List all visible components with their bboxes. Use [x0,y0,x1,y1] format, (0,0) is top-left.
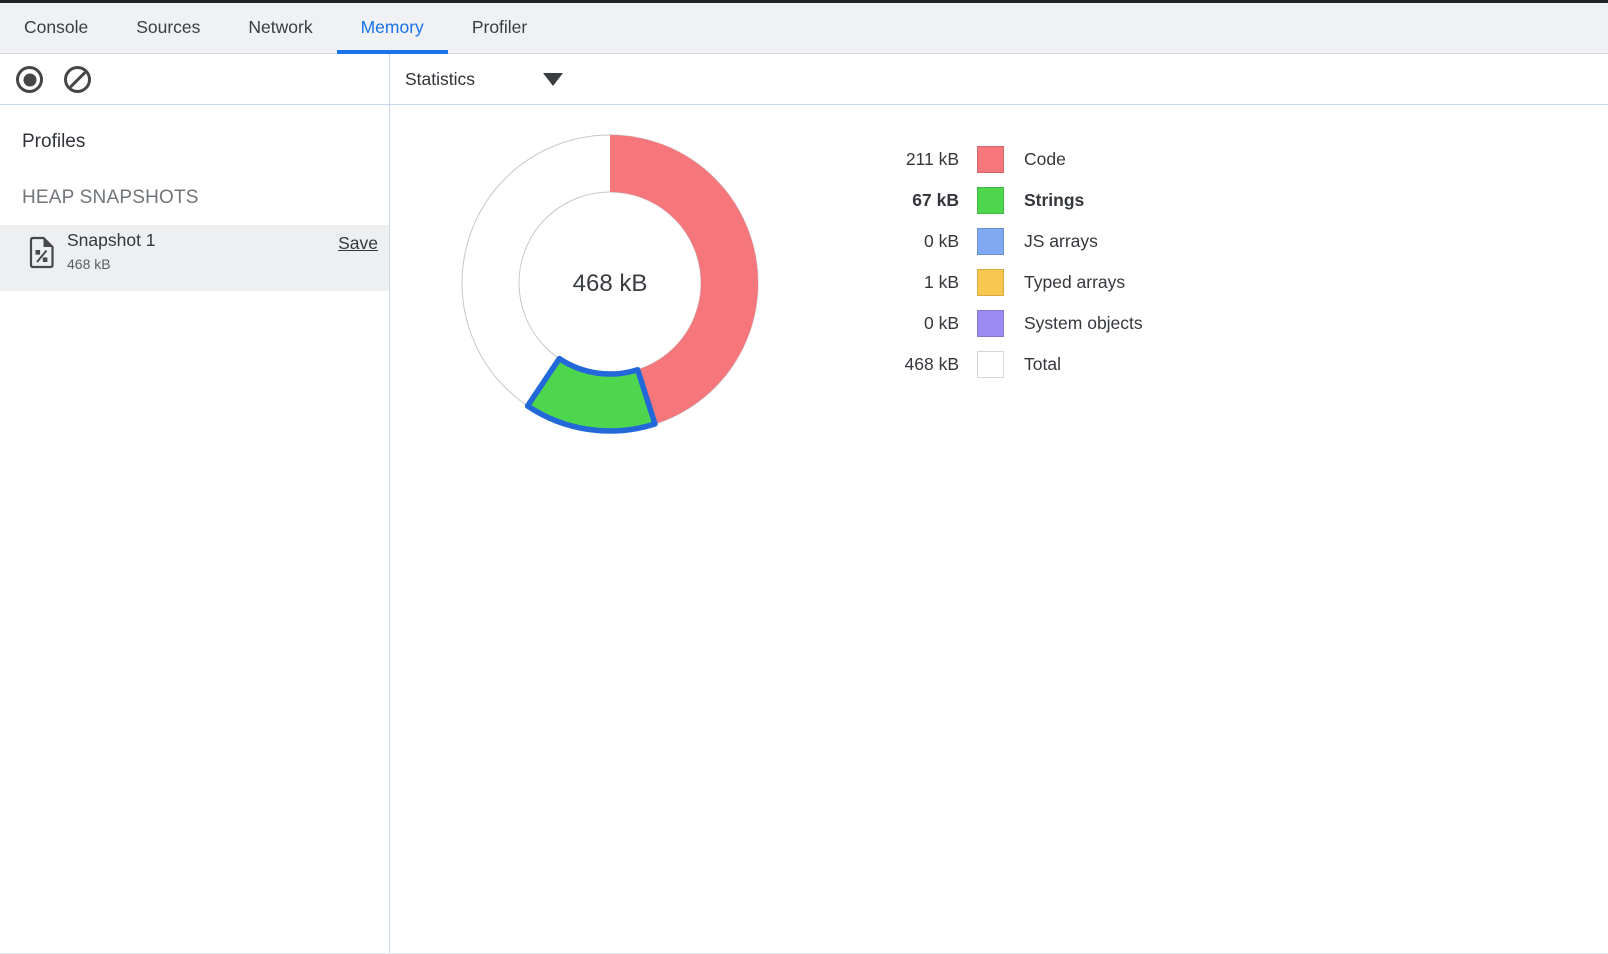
legend-row-js-arrays: 0 kB JS arrays [814,221,1143,262]
legend-label: Code [1024,149,1066,170]
legend-value: 1 kB [814,272,959,293]
legend-swatch-icon [977,310,1004,337]
statistics-view: 468 kB 211 kB Code 67 kB Strings 0 kB JS arra… [390,105,1608,954]
donut-slice-strings[interactable] [528,359,655,431]
clear-icon [66,68,89,91]
legend-row-typed-arrays: 1 kB Typed arrays [814,262,1143,303]
heap-snapshots-section-title: HEAP SNAPSHOTS [22,187,199,209]
legend-label: Total [1024,354,1061,375]
snapshot-list-item[interactable]: Snapshot 1 468 kB Save [0,225,389,291]
legend-value: 67 kB [814,190,959,211]
chart-legend: 211 kB Code 67 kB Strings 0 kB JS arrays 1 kB T… [814,139,1143,385]
tab-network[interactable]: Network [224,3,336,54]
snapshot-name: Snapshot 1 [67,230,156,251]
legend-label: Typed arrays [1024,272,1125,293]
legend-label: Strings [1024,190,1084,211]
heap-snapshot-file-icon [28,236,55,269]
legend-value: 468 kB [814,354,959,375]
donut-chart: 468 kB [450,123,770,443]
legend-swatch-icon [977,228,1004,255]
tab-sources[interactable]: Sources [112,3,224,54]
legend-swatch-icon [977,146,1004,173]
perspective-dropdown-label: Statistics [405,69,475,90]
legend-value: 0 kB [814,313,959,334]
legend-swatch-icon [977,351,1004,378]
tab-strip: ConsoleSourcesNetworkMemoryProfiler [0,3,551,54]
panel-tab-bar: ConsoleSourcesNetworkMemoryProfiler [0,0,1608,54]
tab-console[interactable]: Console [0,3,112,54]
perspective-dropdown[interactable]: Statistics [405,54,563,104]
save-snapshot-link[interactable]: Save [338,233,378,254]
profiles-title: Profiles [22,131,85,153]
record-heap-snapshot-button[interactable] [16,66,43,93]
legend-row-total: 468 kB Total [814,344,1143,385]
profiles-sidebar: Profiles HEAP SNAPSHOTS Snapshot 1 468 k… [0,105,389,954]
donut-center-label: 468 kB [573,270,648,297]
memory-toolbar: Statistics [0,54,1608,105]
tab-memory[interactable]: Memory [337,3,448,54]
legend-swatch-icon [977,269,1004,296]
legend-label: JS arrays [1024,231,1098,252]
legend-label: System objects [1024,313,1143,334]
clear-profiles-button[interactable] [64,66,91,93]
record-icon [23,73,36,86]
triangle-down-icon [543,73,563,86]
legend-row-strings: 67 kB Strings [814,180,1143,221]
legend-swatch-icon [977,187,1004,214]
tab-profiler[interactable]: Profiler [448,3,551,54]
snapshot-size: 468 kB [67,256,111,272]
legend-value: 0 kB [814,231,959,252]
legend-row-system-objects: 0 kB System objects [814,303,1143,344]
legend-row-code: 211 kB Code [814,139,1143,180]
legend-value: 211 kB [814,149,959,170]
